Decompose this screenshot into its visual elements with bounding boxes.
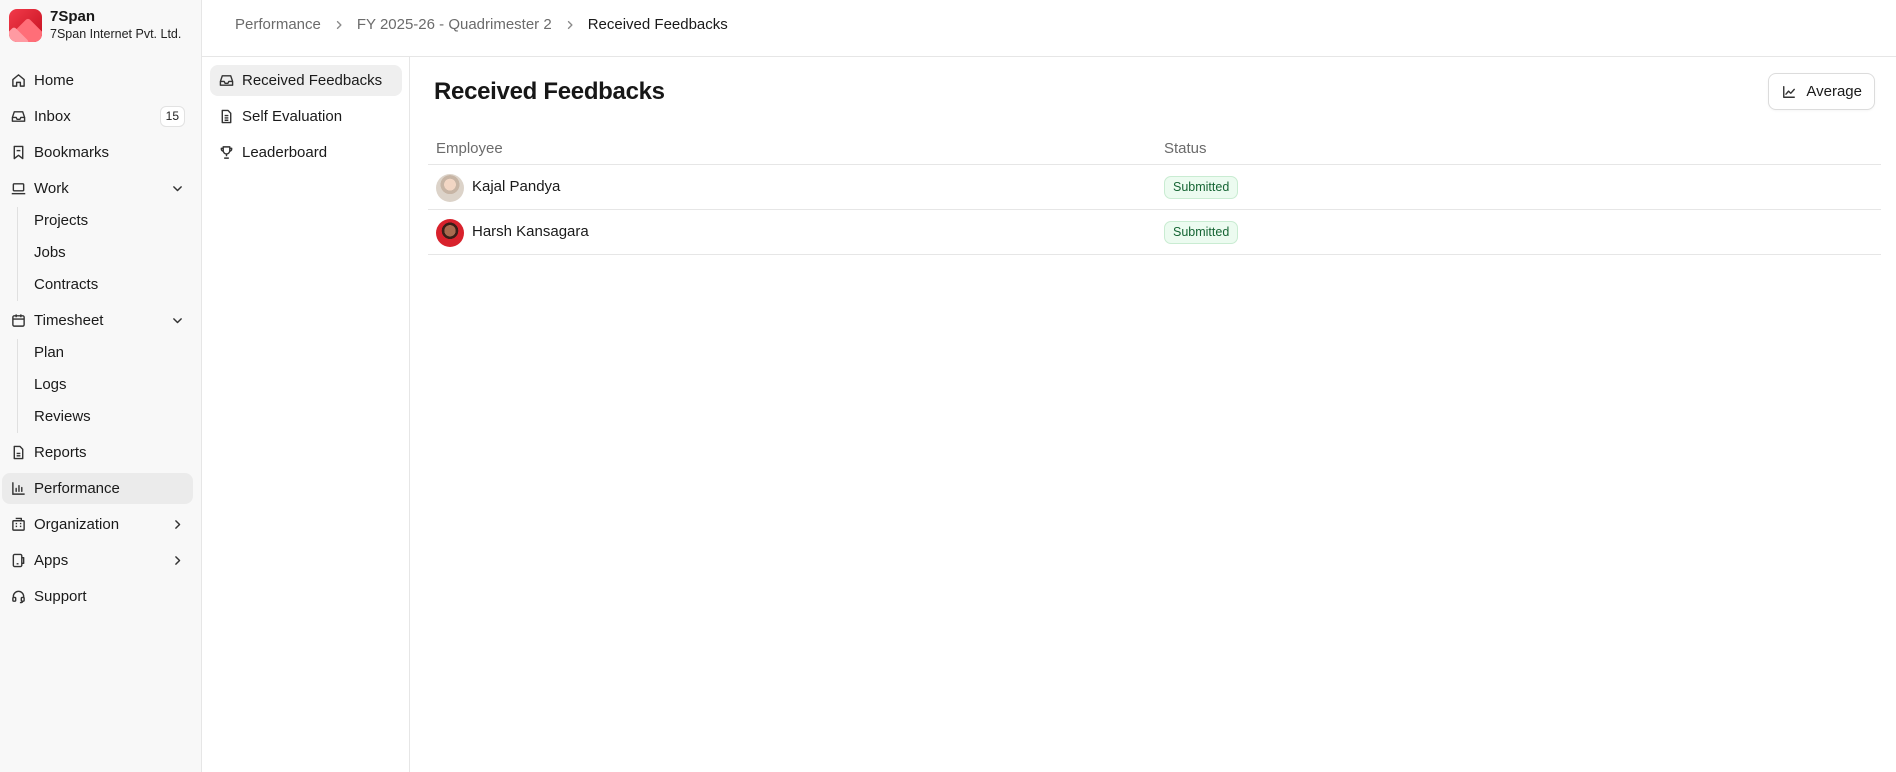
avatar [436, 174, 464, 202]
org-name: 7Span [50, 8, 96, 25]
sidebar-item-label: Inbox [34, 108, 71, 125]
subnav-label: Leaderboard [242, 144, 328, 161]
feedback-table: Employee Status Kajal Pandya Submitted H… [428, 133, 1881, 255]
average-button-label: Average [1806, 83, 1862, 100]
sidebar-item-label: Support [34, 588, 87, 605]
table-header: Employee Status [428, 133, 1881, 165]
bookmark-icon [11, 145, 26, 160]
org-logo [9, 8, 42, 42]
apps-icon [11, 553, 26, 568]
building-icon [11, 517, 26, 532]
main-sidebar: 7Span 7Span Internet Pvt. Ltd. Home Inbo… [0, 0, 202, 772]
sidebar-item-inbox[interactable]: Inbox 15 [2, 101, 193, 132]
sidebar-item-label: Work [34, 180, 69, 197]
sidebar-item-support[interactable]: Support [2, 581, 193, 612]
org-subtitle: 7Span Internet Pvt. Ltd. [50, 27, 182, 41]
sidebar-subitem-reviews[interactable]: Reviews [34, 405, 91, 429]
sidebar-item-label: Home [34, 72, 75, 89]
sidebar-item-work[interactable]: Work [2, 173, 193, 204]
sidebar-subitem-jobs[interactable]: Jobs [34, 241, 66, 265]
sidebar-item-label: Apps [34, 552, 69, 569]
breadcrumb-current: Received Feedbacks [587, 16, 728, 33]
status-badge: Submitted [1164, 176, 1239, 199]
sidebar-item-label: Timesheet [34, 312, 104, 329]
main-content: Received Feedbacks Average Employee Stat… [410, 57, 1896, 772]
laptop-icon [11, 181, 26, 196]
work-subtree-line [17, 207, 18, 301]
page-title: Received Feedbacks [434, 78, 665, 105]
bar-chart-icon [11, 481, 26, 496]
subnav-self-evaluation[interactable]: Self Evaluation [210, 101, 402, 132]
headset-icon [11, 589, 26, 604]
employee-name: Harsh Kansagara [472, 223, 589, 240]
inbox-icon [219, 73, 234, 88]
sidebar-item-bookmarks[interactable]: Bookmarks [2, 137, 193, 168]
subnav-leaderboard[interactable]: Leaderboard [210, 137, 402, 168]
sidebar-item-label: Performance [34, 480, 120, 497]
average-button[interactable]: Average [1768, 73, 1875, 110]
chevron-right-icon[interactable] [171, 554, 184, 567]
chevron-down-icon[interactable] [171, 314, 184, 327]
home-icon [11, 73, 26, 88]
table-row[interactable]: Harsh Kansagara Submitted [428, 210, 1881, 255]
sidebar-item-organization[interactable]: Organization [2, 509, 193, 540]
timesheet-subtree-line [17, 339, 18, 433]
sidebar-item-label: Organization [34, 516, 120, 533]
column-header-status[interactable]: Status [1164, 140, 1207, 158]
inbox-icon [11, 109, 26, 124]
chevron-right-icon[interactable] [171, 518, 184, 531]
subnav-received-feedbacks[interactable]: Received Feedbacks [210, 65, 402, 96]
employee-name: Kajal Pandya [472, 178, 561, 195]
breadcrumb-cycle[interactable]: FY 2025-26 - Quadrimester 2 [357, 16, 552, 34]
sidebar-item-reports[interactable]: Reports [2, 437, 193, 468]
chevron-right-icon [564, 19, 576, 31]
sidebar-subitem-projects[interactable]: Projects [34, 209, 88, 233]
breadcrumb: Performance FY 2025-26 - Quadrimester 2 … [235, 16, 728, 34]
org-switcher[interactable]: 7Span 7Span Internet Pvt. Ltd. [9, 8, 181, 42]
sidebar-subitem-logs[interactable]: Logs [34, 373, 67, 397]
sidebar-item-apps[interactable]: Apps [2, 545, 193, 576]
sidebar-subitem-plan[interactable]: Plan [34, 341, 64, 365]
subnav-label: Self Evaluation [242, 108, 343, 125]
performance-subnav: Received Feedbacks Self Evaluation Leade… [202, 57, 410, 772]
sidebar-item-label: Reports [34, 444, 87, 461]
column-header-employee[interactable]: Employee [436, 140, 503, 158]
chevron-right-icon [333, 19, 345, 31]
table-row[interactable]: Kajal Pandya Submitted [428, 165, 1881, 210]
breadcrumb-performance[interactable]: Performance [235, 16, 321, 34]
subnav-label: Received Feedbacks [242, 72, 383, 89]
sidebar-item-home[interactable]: Home [2, 65, 193, 96]
line-chart-icon [1782, 85, 1796, 99]
sidebar-item-timesheet[interactable]: Timesheet [2, 305, 193, 336]
trophy-icon [219, 145, 234, 160]
document-icon [11, 445, 26, 460]
top-bar: Performance FY 2025-26 - Quadrimester 2 … [202, 0, 1896, 57]
avatar [436, 219, 464, 247]
inbox-count-badge: 15 [159, 106, 185, 127]
sidebar-item-label: Bookmarks [34, 144, 110, 161]
calendar-icon [11, 313, 26, 328]
document-icon [219, 109, 234, 124]
sidebar-item-performance[interactable]: Performance [2, 473, 193, 504]
chevron-down-icon[interactable] [171, 182, 184, 195]
sidebar-subitem-contracts[interactable]: Contracts [34, 273, 98, 297]
status-badge: Submitted [1164, 221, 1239, 244]
